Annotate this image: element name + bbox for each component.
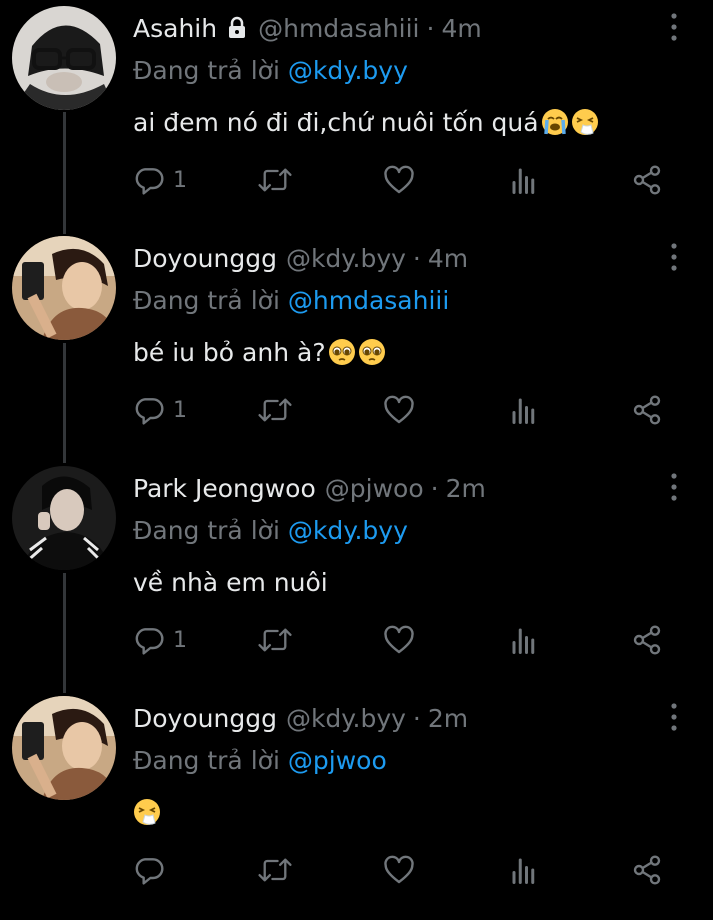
action-bar bbox=[133, 850, 673, 890]
action-bar: 1 bbox=[133, 160, 673, 200]
tweet[interactable]: Asahih @hmdasahiii · 4m Đang trả lời @kd… bbox=[0, 0, 713, 230]
author-name[interactable]: Doyounggg bbox=[133, 244, 277, 273]
retweet-icon bbox=[258, 628, 292, 652]
analytics-button[interactable] bbox=[509, 850, 539, 890]
timestamp[interactable]: 4m bbox=[441, 14, 481, 43]
replying-to-label: Đang trả lời bbox=[133, 285, 280, 315]
share-button[interactable] bbox=[631, 620, 663, 660]
reply-button[interactable]: 1 bbox=[133, 160, 187, 200]
separator-dot: · bbox=[412, 243, 421, 273]
tweet-text: bé iu bỏ anh à? bbox=[133, 330, 386, 374]
lock-icon bbox=[225, 16, 249, 40]
mention-link[interactable]: @pjwoo bbox=[288, 746, 387, 775]
sneezing-face-icon bbox=[134, 799, 160, 825]
more-options-icon[interactable] bbox=[669, 472, 679, 502]
retweet-icon bbox=[258, 858, 292, 882]
tweet[interactable]: Doyounggg @kdy.byy · 4m Đang trả lời @hm… bbox=[0, 230, 713, 460]
reply-icon bbox=[135, 168, 164, 195]
action-bar: 1 bbox=[133, 390, 673, 430]
reply-button[interactable]: 1 bbox=[133, 620, 187, 660]
analytics-icon bbox=[512, 398, 535, 424]
author-name[interactable]: Doyounggg bbox=[133, 704, 277, 733]
pleading-face-icon bbox=[358, 339, 385, 365]
reply-count: 1 bbox=[173, 397, 187, 423]
avatar[interactable] bbox=[12, 236, 116, 340]
replying-to-label: Đang trả lời bbox=[133, 55, 280, 85]
share-icon bbox=[633, 855, 661, 885]
timestamp[interactable]: 2m bbox=[446, 474, 486, 503]
share-button[interactable] bbox=[631, 850, 663, 890]
tweet-text bbox=[133, 790, 161, 834]
replying-to: Đang trả lời @pjwoo bbox=[133, 740, 387, 780]
author-handle[interactable]: @kdy.byy bbox=[286, 244, 406, 273]
share-icon bbox=[633, 165, 661, 195]
analytics-icon bbox=[512, 168, 535, 194]
retweet-button[interactable] bbox=[257, 390, 293, 430]
analytics-icon bbox=[512, 858, 535, 884]
replying-to-label: Đang trả lời bbox=[133, 515, 280, 545]
retweet-button[interactable] bbox=[257, 160, 293, 200]
separator-dot: · bbox=[430, 473, 439, 503]
heart-icon bbox=[384, 165, 414, 194]
reply-count: 1 bbox=[173, 167, 187, 193]
retweet-button[interactable] bbox=[257, 850, 293, 890]
loudly-crying-face-icon bbox=[541, 109, 568, 135]
share-button[interactable] bbox=[631, 390, 663, 430]
author-handle[interactable]: @kdy.byy bbox=[286, 704, 406, 733]
replying-to: Đang trả lời @hmdasahiii bbox=[133, 280, 449, 320]
retweet-icon bbox=[258, 168, 292, 192]
reply-icon bbox=[135, 858, 164, 885]
analytics-icon bbox=[512, 628, 535, 654]
more-options-icon[interactable] bbox=[669, 702, 679, 732]
heart-icon bbox=[384, 855, 414, 884]
tweet-text-content: ai đem nó đi đi,chứ nuôi tốn quá bbox=[133, 107, 539, 137]
mention-link[interactable]: @kdy.byy bbox=[288, 56, 408, 85]
share-icon bbox=[633, 395, 661, 425]
retweet-icon bbox=[258, 398, 292, 422]
heart-icon bbox=[384, 625, 414, 654]
reply-button[interactable] bbox=[133, 850, 165, 890]
timestamp[interactable]: 2m bbox=[428, 704, 468, 733]
avatar[interactable] bbox=[12, 696, 116, 800]
tweet-text: ai đem nó đi đi,chứ nuôi tốn quá bbox=[133, 100, 599, 144]
action-bar: 1 bbox=[133, 620, 673, 660]
reply-icon bbox=[135, 628, 164, 655]
retweet-button[interactable] bbox=[257, 620, 293, 660]
like-button[interactable] bbox=[383, 620, 415, 660]
share-button[interactable] bbox=[631, 160, 663, 200]
tweet-text-content: bé iu bỏ anh à? bbox=[133, 337, 326, 367]
author-name[interactable]: Asahih bbox=[133, 14, 217, 43]
like-button[interactable] bbox=[383, 160, 415, 200]
replying-to: Đang trả lời @kdy.byy bbox=[133, 510, 408, 550]
pleading-face-icon bbox=[328, 339, 355, 365]
like-button[interactable] bbox=[383, 390, 415, 430]
analytics-button[interactable] bbox=[509, 390, 539, 430]
analytics-button[interactable] bbox=[509, 160, 539, 200]
reply-button[interactable]: 1 bbox=[133, 390, 187, 430]
sneezing-face-icon bbox=[571, 109, 598, 135]
author-handle[interactable]: @hmdasahiii bbox=[258, 14, 419, 43]
heart-icon bbox=[384, 395, 414, 424]
mention-link[interactable]: @kdy.byy bbox=[288, 516, 408, 545]
more-options-icon[interactable] bbox=[669, 242, 679, 272]
more-options-icon[interactable] bbox=[669, 12, 679, 42]
tweet-text: về nhà em nuôi bbox=[133, 560, 328, 604]
reply-icon bbox=[135, 398, 164, 425]
replying-to-label: Đang trả lời bbox=[133, 745, 280, 775]
avatar[interactable] bbox=[12, 6, 116, 110]
reply-count: 1 bbox=[173, 627, 187, 653]
mention-link[interactable]: @hmdasahiii bbox=[288, 286, 449, 315]
tweet[interactable]: Park Jeongwoo @pjwoo · 2m Đang trả lời @… bbox=[0, 460, 713, 690]
tweet-text-content: về nhà em nuôi bbox=[133, 567, 328, 597]
author-handle[interactable]: @pjwoo bbox=[325, 474, 424, 503]
share-icon bbox=[633, 625, 661, 655]
timestamp[interactable]: 4m bbox=[428, 244, 468, 273]
like-button[interactable] bbox=[383, 850, 415, 890]
author-name[interactable]: Park Jeongwoo bbox=[133, 474, 316, 503]
analytics-button[interactable] bbox=[509, 620, 539, 660]
separator-dot: · bbox=[426, 13, 435, 43]
separator-dot: · bbox=[412, 703, 421, 733]
avatar[interactable] bbox=[12, 466, 116, 570]
replying-to: Đang trả lời @kdy.byy bbox=[133, 50, 408, 90]
